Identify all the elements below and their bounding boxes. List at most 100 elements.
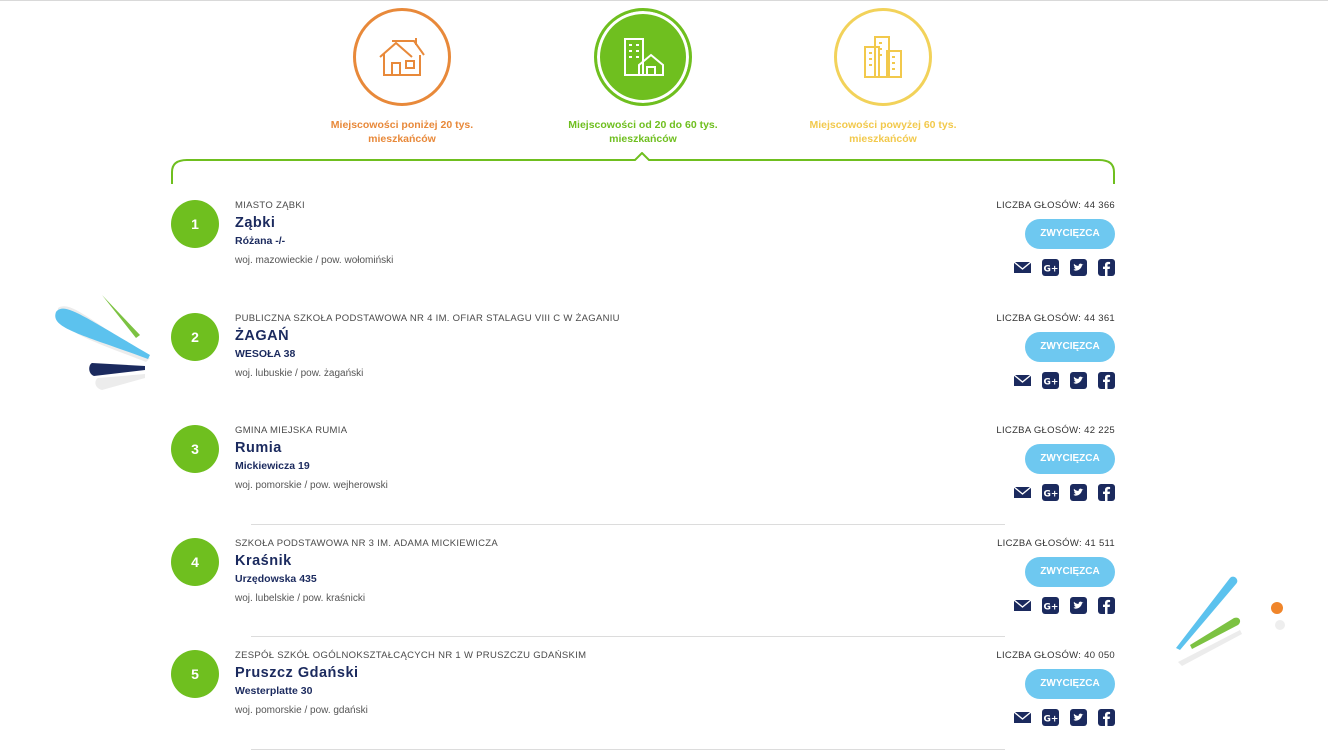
building-icon	[624, 38, 664, 76]
region-text: woj. lubuskie / pow. żagański	[235, 367, 364, 379]
region-text: woj. pomorskie / pow. gdański	[235, 705, 368, 716]
twitter-icon[interactable]	[1070, 709, 1087, 726]
facebook-icon[interactable]	[1098, 709, 1115, 726]
twitter-icon[interactable]	[1070, 484, 1087, 501]
region-text: woj. pomorskie / pow. wejherowski	[235, 480, 388, 491]
row-actions: LICZBA GŁOSÓW: 40 050 ZWYCIĘZCA G+	[996, 650, 1115, 726]
tab-medium-towns-label-line2: mieszkańców	[609, 133, 677, 145]
votes-label: LICZBA GŁOSÓW:	[997, 537, 1082, 549]
city-name: ŻAGAŃ	[235, 327, 290, 344]
street-address: Mickiewicza 19	[235, 460, 310, 472]
region-text: woj. mazowieckie / pow. wołomiński	[235, 255, 394, 266]
tab-small-towns-circle	[353, 8, 451, 106]
row-info: MIASTO ZĄBKI Ząbki Różana -/- woj. mazow…	[235, 200, 393, 266]
institution-name: SZKOŁA PODSTAWOWA NR 3 IM. ADAMA MICKIEW…	[235, 537, 499, 549]
email-icon[interactable]	[1014, 484, 1031, 501]
institution-name: MIASTO ZĄBKI	[235, 200, 305, 211]
tab-large-towns-label-line2: mieszkańców	[849, 133, 917, 145]
left-decoration	[55, 295, 150, 390]
facebook-icon[interactable]	[1098, 371, 1115, 389]
street-address: Urzędowska 435	[235, 572, 317, 585]
row-actions: LICZBA GŁOSÓW: 44 361 ZWYCIĘZCA G+	[996, 313, 1115, 389]
tab-small-towns-label: Miejscowości poniżej 20 tys. mieszkańców	[302, 118, 502, 146]
facebook-icon[interactable]	[1098, 259, 1115, 276]
rank-badge: 2	[171, 312, 219, 361]
house-icon	[379, 38, 425, 76]
ranking-row: 3 GMINA MIEJSKA RUMIA Rumia Mickiewicza …	[171, 411, 1115, 525]
votes-value: 41 511	[1084, 537, 1115, 549]
row-actions: LICZBA GŁOSÓW: 42 225 ZWYCIĘZCA G+	[996, 425, 1115, 501]
ranking-row: 1 MIASTO ZĄBKI Ząbki Różana -/- woj. maz…	[171, 186, 1115, 299]
share-icons: G+	[996, 709, 1115, 726]
city-name: Ząbki	[235, 215, 276, 231]
tab-small-towns-label-line2: mieszkańców	[368, 133, 436, 145]
winner-button[interactable]: ZWYCIĘZCA	[1025, 331, 1115, 362]
votes-label: LICZBA GŁOSÓW:	[996, 650, 1082, 661]
google-plus-icon[interactable]: G+	[1042, 596, 1059, 614]
votes-value: 42 225	[1084, 425, 1115, 436]
tab-small-towns-label-line1: Miejscowości poniżej 20 tys.	[330, 119, 474, 131]
tab-medium-towns-label-line1: Miejscowości od 20 do 60 tys.	[568, 119, 718, 131]
votes-label: LICZBA GŁOSÓW:	[996, 200, 1082, 211]
skyscrapers-icon	[864, 36, 902, 78]
ranking-row: 5 ZESPÓŁ SZKÓŁ OGÓLNOKSZTAŁCĄCYCH NR 1 W…	[171, 636, 1115, 750]
institution-name: GMINA MIEJSKA RUMIA	[235, 425, 348, 436]
winner-button[interactable]: ZWYCIĘZCA	[1025, 669, 1115, 699]
rank-badge: 5	[171, 650, 219, 698]
winner-button[interactable]: ZWYCIĘZCA	[1025, 219, 1115, 249]
svg-text:G+: G+	[1044, 715, 1059, 725]
share-icons: G+	[996, 259, 1115, 276]
twitter-icon[interactable]	[1070, 371, 1087, 389]
share-icons: G+	[996, 371, 1115, 389]
row-info: PUBLICZNA SZKOŁA PODSTAWOWA NR 4 IM. OFI…	[235, 313, 620, 379]
institution-name: PUBLICZNA SZKOŁA PODSTAWOWA NR 4 IM. OFI…	[235, 312, 620, 324]
google-plus-icon[interactable]: G+	[1042, 709, 1059, 726]
city-name: Rumia	[235, 440, 282, 456]
votes-value: 44 361	[1084, 312, 1115, 324]
votes-label: LICZBA GŁOSÓW:	[996, 312, 1082, 324]
winner-button[interactable]: ZWYCIĘZCA	[1025, 556, 1115, 587]
row-actions: LICZBA GŁOSÓW: 44 366 ZWYCIĘZCA G+	[996, 200, 1115, 276]
svg-text:G+: G+	[1044, 602, 1059, 612]
tab-medium-towns-label: Miejscowości od 20 do 60 tys. mieszkańcó…	[543, 118, 743, 146]
email-icon[interactable]	[1014, 709, 1031, 726]
email-icon[interactable]	[1014, 372, 1031, 389]
active-tab-bracket	[171, 152, 1115, 184]
rank-badge: 3	[171, 425, 219, 473]
street-address: Westerplatte 30	[235, 685, 313, 697]
ranking-row: 4 SZKOŁA PODSTAWOWA NR 3 IM. ADAMA MICKI…	[171, 524, 1115, 637]
row-info: GMINA MIEJSKA RUMIA Rumia Mickiewicza 19…	[235, 425, 388, 491]
city-name: Kraśnik	[235, 552, 292, 569]
rank-badge: 4	[171, 537, 219, 586]
tab-large-towns-circle	[834, 8, 932, 106]
tab-small-towns[interactable]: Miejscowości poniżej 20 tys. mieszkańców	[302, 8, 502, 146]
twitter-icon[interactable]	[1070, 596, 1087, 614]
facebook-icon[interactable]	[1098, 484, 1115, 501]
email-icon[interactable]	[1014, 597, 1031, 614]
ranking-list: 1 MIASTO ZĄBKI Ząbki Różana -/- woj. maz…	[171, 186, 1115, 750]
street-address: WESOŁA 38	[235, 347, 296, 360]
votes-value: 44 366	[1084, 200, 1115, 211]
email-icon[interactable]	[1014, 259, 1031, 276]
votes-count: LICZBA GŁOSÓW: 40 050	[996, 650, 1115, 661]
votes-value: 40 050	[1084, 650, 1115, 661]
winner-button[interactable]: ZWYCIĘZCA	[1025, 444, 1115, 474]
svg-text:G+: G+	[1044, 377, 1059, 387]
google-plus-icon[interactable]: G+	[1042, 371, 1059, 389]
row-info: ZESPÓŁ SZKÓŁ OGÓLNOKSZTAŁCĄCYCH NR 1 W P…	[235, 650, 586, 716]
category-tabs: Miejscowości poniżej 20 tys. mieszkańców…	[0, 0, 1328, 170]
votes-count: LICZBA GŁOSÓW: 44 361	[996, 313, 1115, 324]
tab-large-towns-label: Miejscowości powyżej 60 tys. mieszkańców	[783, 118, 983, 146]
svg-text:G+: G+	[1044, 490, 1059, 500]
region-text: woj. lubelskie / pow. kraśnicki	[235, 592, 366, 604]
tab-large-towns[interactable]: Miejscowości powyżej 60 tys. mieszkańców	[783, 8, 983, 146]
share-icons: G+	[997, 596, 1115, 614]
row-info: SZKOŁA PODSTAWOWA NR 3 IM. ADAMA MICKIEW…	[235, 538, 498, 604]
city-name: Pruszcz Gdański	[235, 665, 359, 681]
twitter-icon[interactable]	[1070, 259, 1087, 276]
votes-count: LICZBA GŁOSÓW: 41 511	[997, 538, 1115, 549]
google-plus-icon[interactable]: G+	[1042, 484, 1059, 501]
tab-medium-towns[interactable]: Miejscowości od 20 do 60 tys. mieszkańcó…	[543, 8, 743, 146]
facebook-icon[interactable]	[1098, 596, 1115, 614]
google-plus-icon[interactable]: G+	[1042, 259, 1059, 276]
